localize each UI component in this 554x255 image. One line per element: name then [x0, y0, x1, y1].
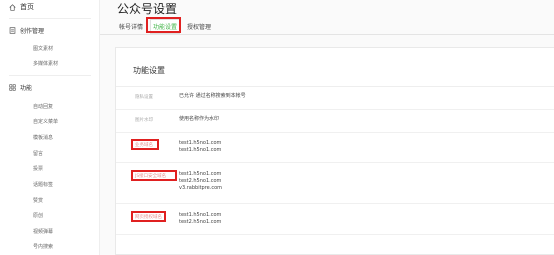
- sidebar-item-template-message[interactable]: 模板消息: [33, 134, 53, 141]
- page-title: 公众号设置: [117, 2, 178, 16]
- document-icon: [9, 27, 16, 34]
- sidebar-item-media-material[interactable]: 多媒体素材: [33, 60, 58, 67]
- sidebar-item-custom-menu[interactable]: 自定义菜单: [33, 118, 58, 125]
- setting-value: 已允许 通过名称搜索到本帐号: [179, 93, 246, 99]
- sidebar-section-creation[interactable]: 创作管理: [9, 26, 44, 35]
- sidebar-item-topic-tags[interactable]: 话题标签: [33, 181, 53, 188]
- setting-label: 图片水印: [135, 118, 153, 123]
- settings-row-js-domain: JS接口安全域名 test1.h5no1.com test2.h5no1.com…: [116, 163, 554, 203]
- row-divider: [116, 234, 554, 235]
- setting-value: v3.rabbitpre.com: [179, 185, 223, 191]
- setting-value: 使用名称作为水印: [179, 116, 220, 122]
- setting-label: 隐私设置: [135, 95, 153, 100]
- settings-row-business-domain: 业务域名 test1.h5no1.com test1.h5no1.com: [116, 133, 554, 162]
- sidebar-home-label: 首页: [20, 3, 34, 11]
- sidebar-item-original[interactable]: 原创: [33, 212, 43, 219]
- grid-icon: [9, 84, 16, 91]
- highlight-box-oauth-domain: [131, 211, 166, 222]
- sidebar-section-label: 功能: [20, 85, 33, 92]
- setting-value: test1.h5no1.com: [179, 212, 222, 218]
- panel-title: 功能设置: [133, 66, 165, 75]
- sidebar-divider: [9, 75, 91, 76]
- settings-row-oauth-domain: 网页授权域名 test1.h5no1.com test2.h5no1.com: [116, 204, 554, 234]
- highlight-box-js-domain: [131, 170, 177, 181]
- tab-underline: [100, 34, 554, 35]
- sidebar-section-features[interactable]: 功能: [9, 83, 32, 92]
- sidebar-item-appreciation[interactable]: 赞赏: [33, 197, 43, 204]
- sidebar-item-news-material[interactable]: 图文素材: [33, 45, 53, 52]
- sidebar-home[interactable]: 首页: [9, 2, 34, 12]
- setting-value: test2.h5no1.com: [179, 219, 222, 225]
- tab-authorization[interactable]: 授权管理: [185, 20, 213, 33]
- sidebar-divider: [9, 18, 91, 19]
- setting-value: test1.h5no1.com: [179, 147, 222, 153]
- settings-row-watermark: 图片水印 使用名称作为水印: [116, 110, 554, 132]
- sidebar-item-in-account-search[interactable]: 号内搜索: [33, 243, 53, 250]
- main-content: 公众号设置 帐号详情 功能设置 授权管理 功能设置 隐私设置 已允许 通过名称搜…: [100, 0, 554, 255]
- highlight-box-business-domain: [131, 139, 159, 150]
- setting-value: test1.h5no1.com: [179, 171, 222, 177]
- settings-panel: 功能设置 隐私设置 已允许 通过名称搜索到本帐号 图片水印 使用名称作为水印 业…: [115, 47, 554, 255]
- home-icon: [9, 3, 16, 11]
- sidebar-section-label: 创作管理: [20, 28, 45, 35]
- sidebar-item-vote[interactable]: 投票: [33, 165, 43, 172]
- settings-row-privacy: 隐私设置 已允许 通过名称搜索到本帐号: [116, 87, 554, 109]
- tab-account-details[interactable]: 帐号详情: [117, 20, 145, 33]
- sidebar: 首页 创作管理 图文素材 多媒体素材 功能 自动回复 自定义菜单 模板消息 留言…: [0, 0, 100, 255]
- setting-value: test1.h5no1.com: [179, 140, 222, 146]
- sidebar-item-comments[interactable]: 留言: [33, 150, 43, 157]
- sidebar-item-auto-reply[interactable]: 自动回复: [33, 103, 53, 110]
- setting-value: test2.h5no1.com: [179, 178, 222, 184]
- sidebar-item-video-danmaku[interactable]: 视频弹幕: [33, 228, 53, 235]
- highlight-box-tab: [146, 17, 181, 33]
